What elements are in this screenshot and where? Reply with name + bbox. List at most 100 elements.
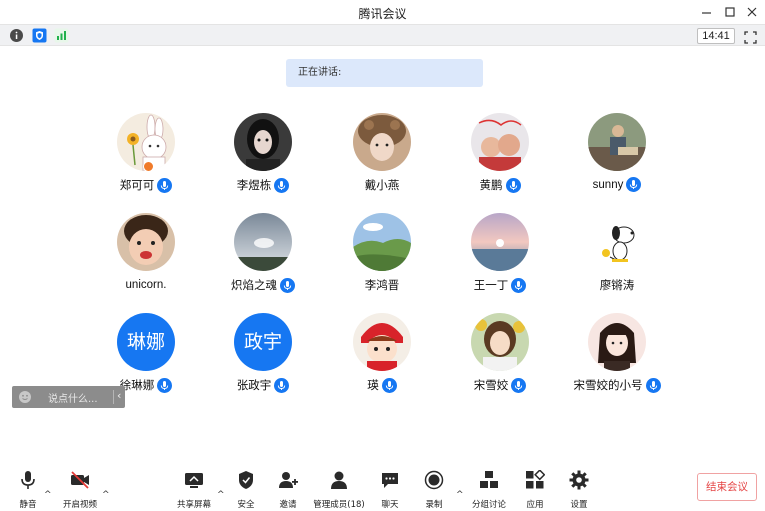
minimize-icon xyxy=(702,12,711,14)
participant-name-row: 张政宇 xyxy=(198,377,328,393)
participant-tile[interactable]: 李煜栋 xyxy=(198,113,328,203)
minimize-button[interactable] xyxy=(698,3,716,21)
record-button[interactable]: 录制 xyxy=(406,470,462,510)
avatar: 琳娜 xyxy=(117,313,175,371)
avatar xyxy=(353,313,411,371)
snoopy-icon xyxy=(588,213,646,271)
mic-icon[interactable] xyxy=(280,277,295,293)
record-label: 录制 xyxy=(425,500,443,510)
speaking-indicator: 正在讲话: xyxy=(286,59,483,87)
cartoon-avatar-icon xyxy=(353,313,411,371)
participant-tile[interactable]: 宋雪姣的小号 xyxy=(552,313,682,403)
participant-name-row: sunny xyxy=(552,177,682,192)
fullscreen-button[interactable] xyxy=(744,29,757,44)
security-status-button[interactable] xyxy=(32,28,47,43)
participant-name: 廖锵涛 xyxy=(599,278,635,292)
avatar xyxy=(353,213,411,271)
chat-placeholder: 说点什么... xyxy=(48,394,98,405)
chat-icon xyxy=(382,473,398,488)
share-screen-icon xyxy=(185,473,203,488)
participant-tile[interactable]: 王一丁 xyxy=(435,213,565,303)
participant-tile[interactable]: 政宇 张政宇 xyxy=(198,313,328,403)
manage-members-button[interactable]: 管理成员(18) xyxy=(311,470,367,510)
invite-button[interactable]: 邀请 xyxy=(260,470,316,510)
chat-input[interactable]: 说点什么... ‹ xyxy=(12,386,125,408)
participant-tile[interactable]: 李鸿晋 xyxy=(317,213,447,303)
avatar xyxy=(588,313,646,371)
status-bar: 14:41 xyxy=(0,24,765,46)
audio-options-chevron-icon[interactable]: ^ xyxy=(44,490,52,500)
photo-avatar-icon xyxy=(353,113,411,171)
share-screen-button[interactable]: 共享屏幕 xyxy=(166,470,222,510)
avatar xyxy=(588,113,646,171)
settings-button[interactable]: 设置 xyxy=(551,470,607,510)
participant-name: 张政宇 xyxy=(236,378,272,392)
photo-avatar-icon xyxy=(471,213,529,271)
end-meeting-button[interactable]: 结束会议 xyxy=(697,473,757,501)
settings-label: 设置 xyxy=(570,500,588,510)
signal-icon xyxy=(54,28,69,43)
maximize-icon xyxy=(725,7,735,17)
illustration-avatar-icon xyxy=(588,313,646,371)
avatar xyxy=(588,213,646,271)
start-video-button[interactable]: 开启视频 xyxy=(52,470,108,510)
participant-name-row: 廖锵涛 xyxy=(552,277,682,293)
avatar: 政宇 xyxy=(234,313,292,371)
video-options-chevron-icon[interactable]: ^ xyxy=(102,490,110,500)
participant-tile[interactable]: unicorn. xyxy=(81,213,211,303)
maximize-button[interactable] xyxy=(721,3,739,21)
host-badge xyxy=(143,161,154,172)
mic-icon[interactable] xyxy=(274,377,290,393)
mic-icon[interactable] xyxy=(511,277,527,293)
participant-name: 李煜栋 xyxy=(236,178,272,192)
fullscreen-icon xyxy=(744,31,757,44)
participant-tile[interactable]: 戴小燕 xyxy=(317,113,447,203)
network-status-button[interactable] xyxy=(54,28,69,43)
participant-name-row: 戴小燕 xyxy=(317,177,447,193)
breakout-rooms-icon xyxy=(480,471,498,488)
participant-tile[interactable]: 炽焰之魂 xyxy=(198,213,328,303)
participant-name: 王一丁 xyxy=(473,278,509,292)
participant-name: 戴小燕 xyxy=(364,178,400,192)
participant-name-row: 瑛 xyxy=(317,377,447,393)
photo-avatar-icon xyxy=(471,113,529,171)
window-title: 腾讯会议 xyxy=(358,7,407,21)
collapse-chat-button[interactable]: ‹ xyxy=(117,389,121,402)
meeting-clock: 14:41 xyxy=(697,28,735,44)
photo-avatar-icon xyxy=(117,213,175,271)
mic-icon[interactable] xyxy=(645,377,661,393)
participant-name-row: 炽焰之魂 xyxy=(198,277,328,293)
participant-name-row: unicorn. xyxy=(81,277,211,291)
photo-avatar-icon xyxy=(234,113,292,171)
video-off-icon xyxy=(71,471,89,489)
participant-name: 郑可可 xyxy=(119,178,155,192)
emoji-icon[interactable] xyxy=(18,390,32,404)
avatar xyxy=(471,113,529,171)
mic-icon[interactable] xyxy=(157,177,173,193)
close-button[interactable] xyxy=(743,3,761,21)
mic-icon[interactable] xyxy=(505,177,521,193)
info-button[interactable] xyxy=(9,28,24,43)
participant-name: 瑛 xyxy=(367,378,379,392)
participant-name-row: 黄鹏 xyxy=(435,177,565,193)
participant-tile[interactable]: 宋雪姣 xyxy=(435,313,565,403)
mic-icon[interactable] xyxy=(381,377,397,393)
participant-tile[interactable]: 黄鹏 xyxy=(435,113,565,203)
mic-icon[interactable] xyxy=(157,377,173,393)
mic-icon[interactable] xyxy=(511,377,527,393)
participant-tile[interactable]: 郑可可 xyxy=(81,113,211,203)
mic-icon[interactable] xyxy=(274,177,290,193)
invite-label: 邀请 xyxy=(279,500,297,510)
mic-icon[interactable] xyxy=(626,177,642,192)
participant-tile[interactable]: 瑛 xyxy=(317,313,447,403)
participant-tile[interactable]: 廖锵涛 xyxy=(552,213,682,303)
avatar xyxy=(234,113,292,171)
participant-name: 宋雪姣的小号 xyxy=(573,378,643,392)
photo-avatar-icon xyxy=(353,213,411,271)
avatar xyxy=(117,213,175,271)
add-user-icon xyxy=(279,472,298,488)
record-icon xyxy=(424,470,444,490)
participant-name-row: 郑可可 xyxy=(81,177,211,193)
participant-tile[interactable]: sunny xyxy=(552,113,682,203)
avatar xyxy=(234,213,292,271)
